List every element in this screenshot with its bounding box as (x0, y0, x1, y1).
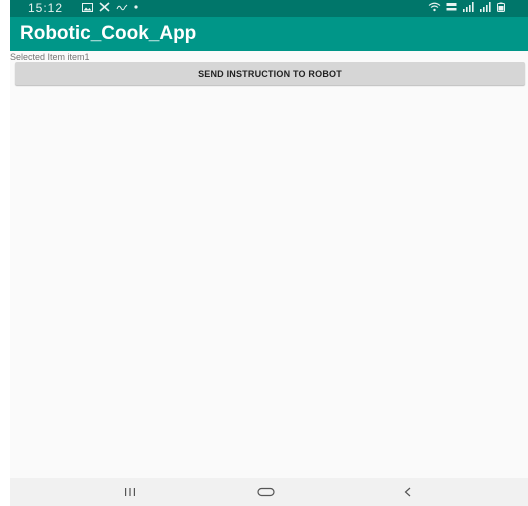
selected-item-text: Selected Item item1 (10, 52, 90, 62)
dot-icon (134, 5, 138, 9)
tools-icon (99, 2, 110, 12)
recent-apps-icon (125, 488, 135, 496)
recent-apps-button[interactable] (110, 482, 150, 502)
battery-icon (497, 2, 505, 12)
volte-icon (446, 3, 457, 11)
signal-icon (463, 2, 474, 12)
send-instruction-button[interactable]: SEND INSTRUCTION TO ROBOT (15, 62, 525, 85)
gallery-icon (82, 2, 93, 12)
status-bar: 15:12 (10, 0, 528, 17)
wifi-icon (428, 2, 441, 12)
home-button[interactable] (246, 482, 286, 502)
back-button[interactable] (388, 482, 428, 502)
app-bar: Robotic_Cook_App (10, 17, 528, 51)
status-left-icons (82, 2, 138, 12)
back-icon (404, 487, 411, 497)
app-screen: 15:12 Robotic_Cook_App Selected Item ite… (10, 0, 528, 506)
home-icon (257, 487, 275, 497)
signal-icon (480, 2, 491, 12)
status-time: 15:12 (28, 1, 64, 15)
data-icon (116, 4, 128, 11)
app-title: Robotic_Cook_App (20, 23, 197, 44)
navigation-bar (10, 478, 528, 506)
status-right-icons (428, 2, 506, 12)
